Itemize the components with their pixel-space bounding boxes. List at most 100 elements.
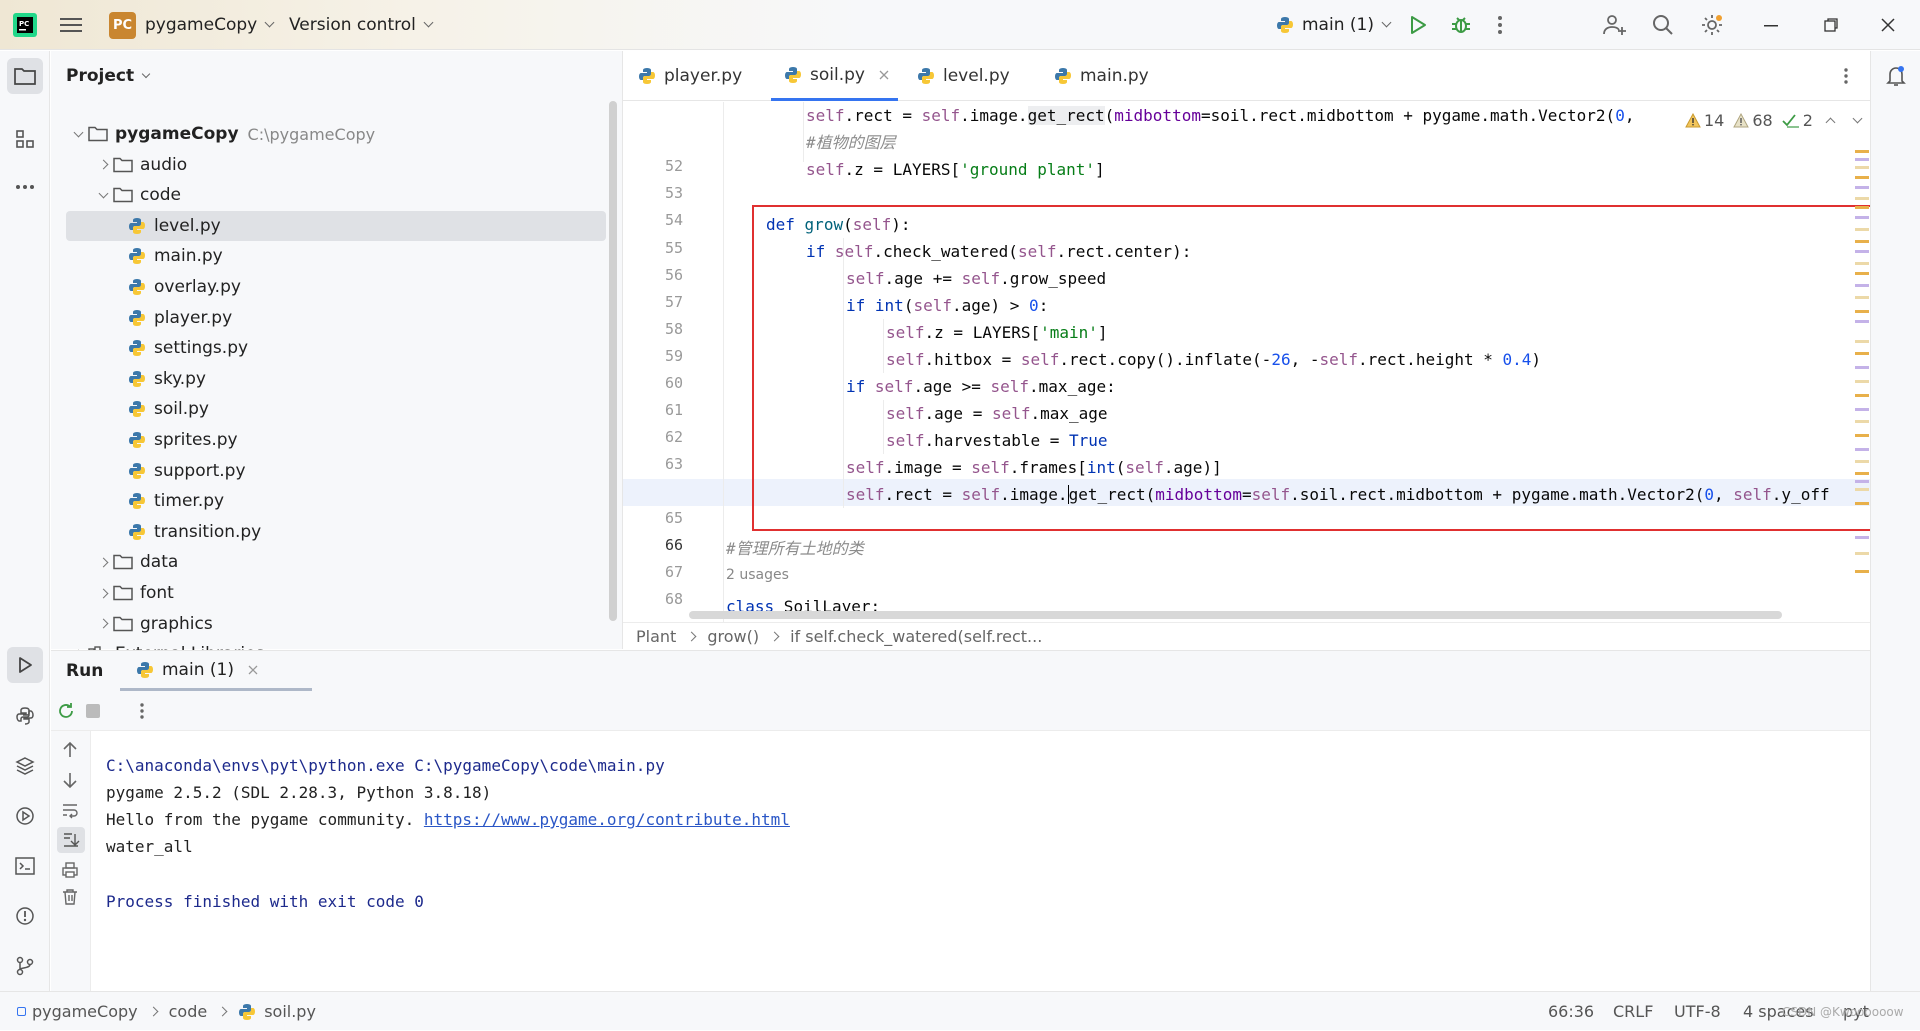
stripe-mark[interactable] [1855, 296, 1869, 299]
tree-item[interactable]: level.py [66, 210, 606, 241]
close-tab-icon[interactable] [248, 665, 258, 675]
stripe-mark[interactable] [1855, 420, 1869, 423]
breadcrumb-item[interactable]: if self.check_watered(self.rect... [790, 627, 1042, 646]
usages-hint[interactable]: 2 usages [726, 567, 789, 583]
stripe-mark[interactable] [1855, 176, 1869, 179]
chevron-down-icon[interactable] [68, 127, 88, 137]
stripe-mark[interactable] [1855, 284, 1869, 287]
breadcrumb-item[interactable]: grow() [707, 627, 759, 646]
tree-item[interactable]: sky.py [66, 364, 606, 394]
version-control-menu[interactable]: Version control [289, 0, 434, 50]
status-crumb[interactable]: pygameCopy [32, 1002, 138, 1021]
stripe-mark[interactable] [1855, 320, 1869, 323]
tree-item[interactable]: timer.py [66, 486, 606, 516]
scroll-to-end-icon[interactable] [57, 827, 85, 853]
services-icon[interactable] [7, 798, 43, 834]
tree-item[interactable]: data [66, 547, 606, 577]
stripe-mark[interactable] [1855, 216, 1869, 219]
more-tools-icon[interactable] [7, 169, 43, 205]
tree-item[interactable]: audio [66, 150, 606, 180]
structure-icon[interactable] [7, 121, 43, 157]
chevron-right-icon[interactable] [93, 557, 113, 568]
stripe-mark[interactable] [1855, 166, 1869, 169]
scroll-down-arrow-icon[interactable] [61, 771, 79, 794]
chevron-right-icon[interactable] [93, 588, 113, 598]
tree-item[interactable]: graphics [66, 609, 606, 639]
stripe-mark[interactable] [1855, 472, 1869, 475]
stripe-mark[interactable] [1855, 228, 1869, 231]
add-user-icon[interactable] [1603, 0, 1627, 50]
tree-item[interactable]: sprites.py [66, 425, 606, 455]
stripe-mark[interactable] [1855, 380, 1869, 383]
git-branch-icon[interactable] [7, 948, 43, 984]
stripe-mark[interactable] [1855, 158, 1869, 161]
tab-level-py[interactable]: level.py [917, 51, 1010, 101]
layers-icon[interactable] [7, 748, 43, 784]
restore-icon[interactable] [1824, 0, 1838, 50]
status-crumb[interactable]: code [169, 1002, 208, 1021]
project-tool-folder-icon[interactable] [7, 58, 43, 94]
rerun-icon[interactable] [56, 701, 76, 726]
tab-main-py[interactable]: main.py [1054, 51, 1149, 101]
stripe-mark[interactable] [1855, 502, 1869, 505]
stripe-mark[interactable] [1855, 340, 1869, 343]
caret-position[interactable]: 66:36 [1548, 992, 1594, 1031]
stripe-mark[interactable] [1855, 552, 1869, 555]
console-more-icon[interactable] [139, 702, 145, 725]
scroll-up-arrow-icon[interactable] [61, 741, 79, 764]
project-panel-header[interactable]: Project [66, 51, 151, 101]
tree-item[interactable]: pygameCopy C:\pygameCopy [66, 119, 606, 149]
terminal-icon[interactable] [7, 848, 43, 884]
line-separator[interactable]: CRLF [1613, 992, 1653, 1031]
python-console-icon[interactable] [7, 698, 43, 734]
tree-item[interactable]: player.py [66, 303, 606, 333]
search-icon[interactable] [1652, 0, 1674, 50]
status-crumb[interactable]: soil.py [264, 1002, 316, 1021]
stripe-mark[interactable] [1855, 408, 1869, 411]
stripe-mark[interactable] [1855, 272, 1869, 275]
file-encoding[interactable]: UTF-8 [1674, 992, 1721, 1031]
stripe-mark[interactable] [1855, 197, 1869, 200]
debug-button[interactable] [1450, 0, 1472, 50]
settings-gear-icon[interactable] [1700, 0, 1724, 50]
editor-horizontal-scrollbar[interactable] [689, 611, 1782, 619]
stripe-mark[interactable] [1855, 250, 1869, 253]
more-actions-icon[interactable] [1497, 0, 1503, 50]
close-icon[interactable] [1881, 0, 1895, 50]
project-switcher[interactable]: PC pygameCopy [109, 0, 275, 50]
stripe-mark[interactable] [1855, 570, 1869, 573]
tree-item[interactable]: support.py [66, 456, 606, 486]
stripe-mark[interactable] [1855, 186, 1869, 189]
run-tool-icon[interactable] [7, 647, 43, 683]
print-icon[interactable] [61, 861, 79, 884]
close-tab-icon[interactable] [879, 70, 889, 80]
tab-player-py[interactable]: player.py [638, 51, 742, 101]
tree-item[interactable]: font [66, 578, 606, 608]
main-menu-icon[interactable] [60, 0, 82, 50]
tree-item[interactable]: soil.py [66, 394, 606, 424]
tabs-more-icon[interactable] [1843, 51, 1849, 101]
stripe-mark[interactable] [1855, 480, 1869, 483]
minimize-icon[interactable] [1764, 0, 1778, 50]
run-tab-main[interactable]: main (1) [120, 651, 312, 691]
stripe-mark[interactable] [1855, 262, 1869, 265]
run-button[interactable] [1408, 0, 1428, 50]
stripe-mark[interactable] [1855, 448, 1869, 451]
stripe-mark[interactable] [1855, 536, 1869, 539]
chevron-down-icon[interactable] [93, 188, 113, 199]
tree-item[interactable]: main.py [66, 241, 606, 271]
stripe-mark[interactable] [1855, 310, 1869, 313]
tree-item[interactable]: transition.py [66, 517, 606, 547]
console-link[interactable]: https://www.pygame.org/contribute.html [424, 810, 790, 829]
stripe-mark[interactable] [1855, 394, 1869, 397]
stripe-mark[interactable] [1855, 488, 1869, 491]
soft-wrap-icon[interactable] [61, 801, 79, 824]
stripe-mark[interactable] [1855, 240, 1869, 243]
breadcrumb-item[interactable]: Plant [636, 627, 676, 646]
tree-item[interactable]: code [66, 180, 606, 210]
tree-scrollbar[interactable] [609, 101, 617, 621]
stripe-mark[interactable] [1855, 366, 1869, 369]
stripe-mark[interactable] [1855, 352, 1869, 355]
tab-soil-py[interactable]: soil.py [771, 51, 898, 101]
notifications-bell-icon[interactable] [1878, 58, 1914, 94]
